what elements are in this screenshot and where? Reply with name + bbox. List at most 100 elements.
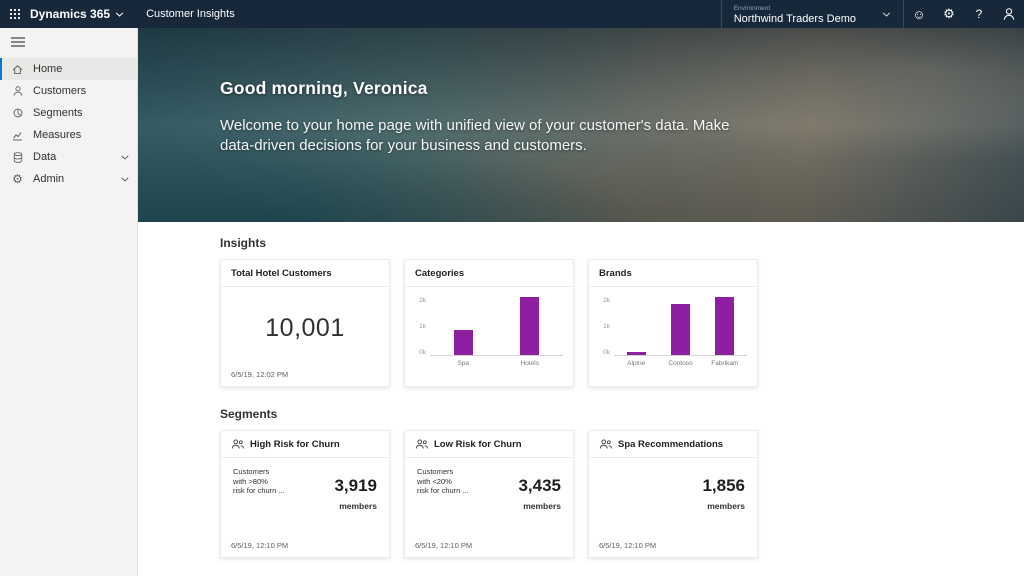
sidebar-item-segments[interactable]: Segments	[0, 102, 137, 124]
environment-label: Environment	[734, 4, 856, 13]
app-name: Customer Insights	[146, 8, 235, 20]
card-body: Customers with <20% risk for churn ... 3…	[405, 458, 573, 541]
chart-area: SpaHotels	[430, 297, 563, 386]
card-title: Low Risk for Churn	[434, 439, 522, 450]
segments-heading: Segments	[220, 407, 1024, 421]
segments-icon	[11, 107, 24, 119]
people-icon	[415, 439, 428, 449]
person-icon	[11, 85, 24, 97]
bar-hotels	[520, 297, 539, 355]
card-header: Categories	[405, 260, 573, 287]
y-tick: 1k	[419, 323, 426, 330]
card-header: Low Risk for Churn	[405, 431, 573, 458]
card-title: Categories	[415, 268, 464, 279]
card-header: Spa Recommendations	[589, 431, 757, 458]
environment-picker[interactable]: Environment Northwind Traders Demo	[721, 0, 904, 28]
card-header: Brands	[589, 260, 757, 287]
card-high-risk-for-churn[interactable]: High Risk for Churn Customers with >80% …	[220, 430, 390, 558]
chart-area: AlpineContosoFabrikam	[614, 297, 747, 386]
y-tick: 1k	[603, 323, 610, 330]
brand-menu[interactable]: Dynamics 365	[30, 7, 124, 21]
card-brands[interactable]: Brands 2k 1k 0k AlpineContosoFabrikam	[588, 259, 758, 387]
bar-slot	[614, 297, 658, 355]
card-header: Total Hotel Customers	[221, 260, 389, 287]
chevron-down-icon	[115, 12, 124, 17]
card-timestamp: 6/5/19, 12:10 PM	[589, 541, 757, 557]
home-icon	[11, 63, 24, 76]
brands-bar-chart: 2k 1k 0k AlpineContosoFabrikam	[589, 287, 757, 386]
people-icon	[599, 439, 612, 449]
card-categories[interactable]: Categories 2k1k0k SpaHotels	[404, 259, 574, 387]
segment-member-count: 3,919	[334, 476, 377, 496]
x-axis: SpaHotels	[430, 360, 563, 367]
plot	[614, 297, 747, 356]
person-icon	[1002, 7, 1016, 21]
waffle-icon	[9, 8, 21, 20]
kpi-value: 10,001	[221, 287, 389, 370]
waffle-menu-button[interactable]	[0, 0, 30, 28]
bar-slot	[497, 297, 564, 355]
sidebar-item-label: Measures	[33, 129, 129, 141]
feedback-button[interactable]: ☺	[904, 0, 934, 28]
y-axis: 2k1k0k	[415, 297, 430, 356]
segment-count-block: 3,919 members	[334, 476, 377, 541]
measures-icon	[11, 129, 24, 142]
greeting: Good morning, Veronica	[220, 78, 984, 99]
y-tick: 0k	[603, 349, 610, 356]
card-title: Brands	[599, 268, 632, 279]
segment-members-label: members	[334, 501, 377, 511]
categories-bar-chart: 2k1k0k SpaHotels	[405, 287, 573, 386]
sidebar-item-customers[interactable]: Customers	[0, 80, 137, 102]
y-tick: 2k	[603, 297, 610, 304]
card-spa-recommendations[interactable]: Spa Recommendations 1,856 members 6/5/19…	[588, 430, 758, 558]
help-button[interactable]: ?	[964, 0, 994, 28]
x-axis: AlpineContosoFabrikam	[614, 360, 747, 367]
environment-text: Environment Northwind Traders Demo	[734, 4, 856, 25]
bar-slot	[430, 297, 497, 355]
topbar-right-group: Environment Northwind Traders Demo ☺ ⚙ ?	[721, 0, 1024, 28]
people-icon	[231, 439, 244, 449]
segment-members-label: members	[518, 501, 561, 511]
bar-contoso	[671, 304, 690, 355]
chevron-down-icon	[121, 155, 129, 160]
database-icon	[11, 151, 24, 164]
hero-content: Good morning, Veronica Welcome to your h…	[138, 28, 1024, 156]
card-title: High Risk for Churn	[250, 439, 340, 450]
card-header: High Risk for Churn	[221, 431, 389, 458]
card-total-hotel-customers[interactable]: Total Hotel Customers 10,001 6/5/19, 12:…	[220, 259, 390, 387]
account-button[interactable]	[994, 0, 1024, 28]
hamburger-icon	[11, 37, 25, 47]
x-tick: Hotels	[497, 360, 564, 367]
sidebar-item-label: Segments	[33, 107, 129, 119]
main-content: Insights Total Hotel Customers 10,001 6/…	[138, 222, 1024, 576]
bar-spa	[454, 330, 473, 355]
sidebar-item-home[interactable]: Home	[0, 58, 137, 80]
hero-banner: Good morning, Veronica Welcome to your h…	[138, 28, 1024, 222]
collapse-sidebar-button[interactable]	[0, 28, 25, 58]
segment-count-block: 3,435 members	[518, 476, 561, 541]
card-body: 10,001	[221, 287, 389, 370]
help-icon: ?	[976, 7, 983, 21]
x-tick: Contoso	[658, 360, 702, 367]
y-tick: 2k	[419, 297, 426, 304]
sidebar-item-label: Data	[33, 151, 112, 163]
segment-member-count: 3,435	[518, 476, 561, 496]
x-tick: Fabrikam	[703, 360, 747, 367]
sidebar-item-admin[interactable]: ⚙ Admin	[0, 168, 137, 190]
insights-heading: Insights	[220, 236, 1024, 250]
segment-description	[601, 467, 659, 541]
card-timestamp: 6/5/19, 12:10 PM	[405, 541, 573, 557]
settings-button[interactable]: ⚙	[934, 0, 964, 28]
sidebar: Home Customers Segments Measures	[0, 28, 138, 576]
sidebar-item-label: Admin	[33, 173, 112, 185]
sidebar-item-measures[interactable]: Measures	[0, 124, 137, 146]
card-body: 1,856 members	[589, 458, 757, 541]
gear-icon: ⚙	[11, 173, 24, 185]
plot	[430, 297, 563, 356]
bar-slot	[703, 297, 747, 355]
sidebar-item-label: Home	[33, 63, 129, 75]
card-body: Customers with >80% risk for churn ... 3…	[221, 458, 389, 541]
card-low-risk-for-churn[interactable]: Low Risk for Churn Customers with <20% r…	[404, 430, 574, 558]
sidebar-item-data[interactable]: Data	[0, 146, 137, 168]
segment-members-label: members	[702, 501, 745, 511]
